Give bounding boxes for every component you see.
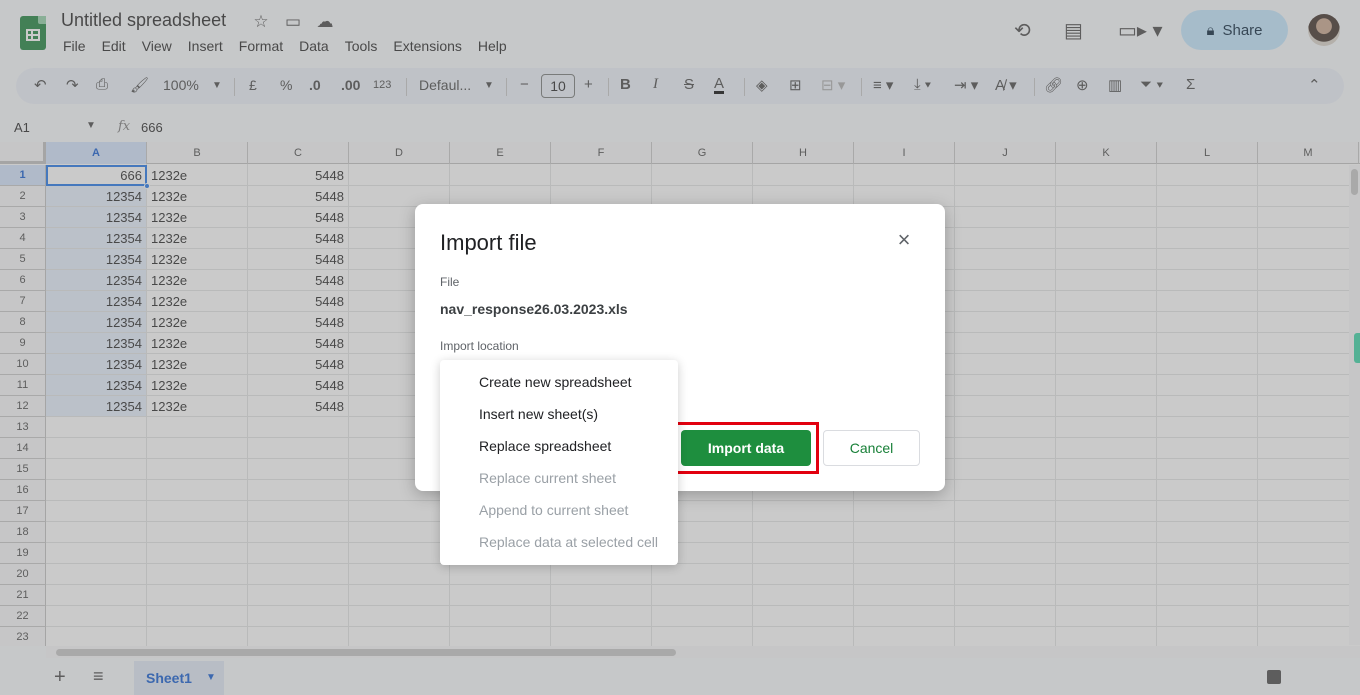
import-location-label: Import location	[440, 339, 519, 353]
file-name: nav_response26.03.2023.xls	[440, 301, 628, 317]
import-option-replace-spreadsheet[interactable]: Replace spreadsheet	[479, 438, 611, 454]
cancel-button[interactable]: Cancel	[823, 430, 920, 466]
import-data-button[interactable]: Import data	[681, 430, 811, 466]
import-option-insert-new-sheet-s[interactable]: Insert new sheet(s)	[479, 406, 598, 422]
dialog-title: Import file	[440, 230, 537, 255]
import-option-create-new-spreadsheet[interactable]: Create new spreadsheet	[479, 374, 632, 390]
import-option-replace-data-at-selected-cell: Replace data at selected cell	[479, 534, 658, 550]
file-label: File	[440, 275, 460, 289]
close-icon[interactable]: ×	[893, 229, 915, 251]
import-location-dropdown: Create new spreadsheet Insert new sheet(s…	[440, 360, 678, 565]
import-option-append-to-current-sheet: Append to current sheet	[479, 502, 629, 518]
import-option-replace-current-sheet: Replace current sheet	[479, 470, 616, 486]
